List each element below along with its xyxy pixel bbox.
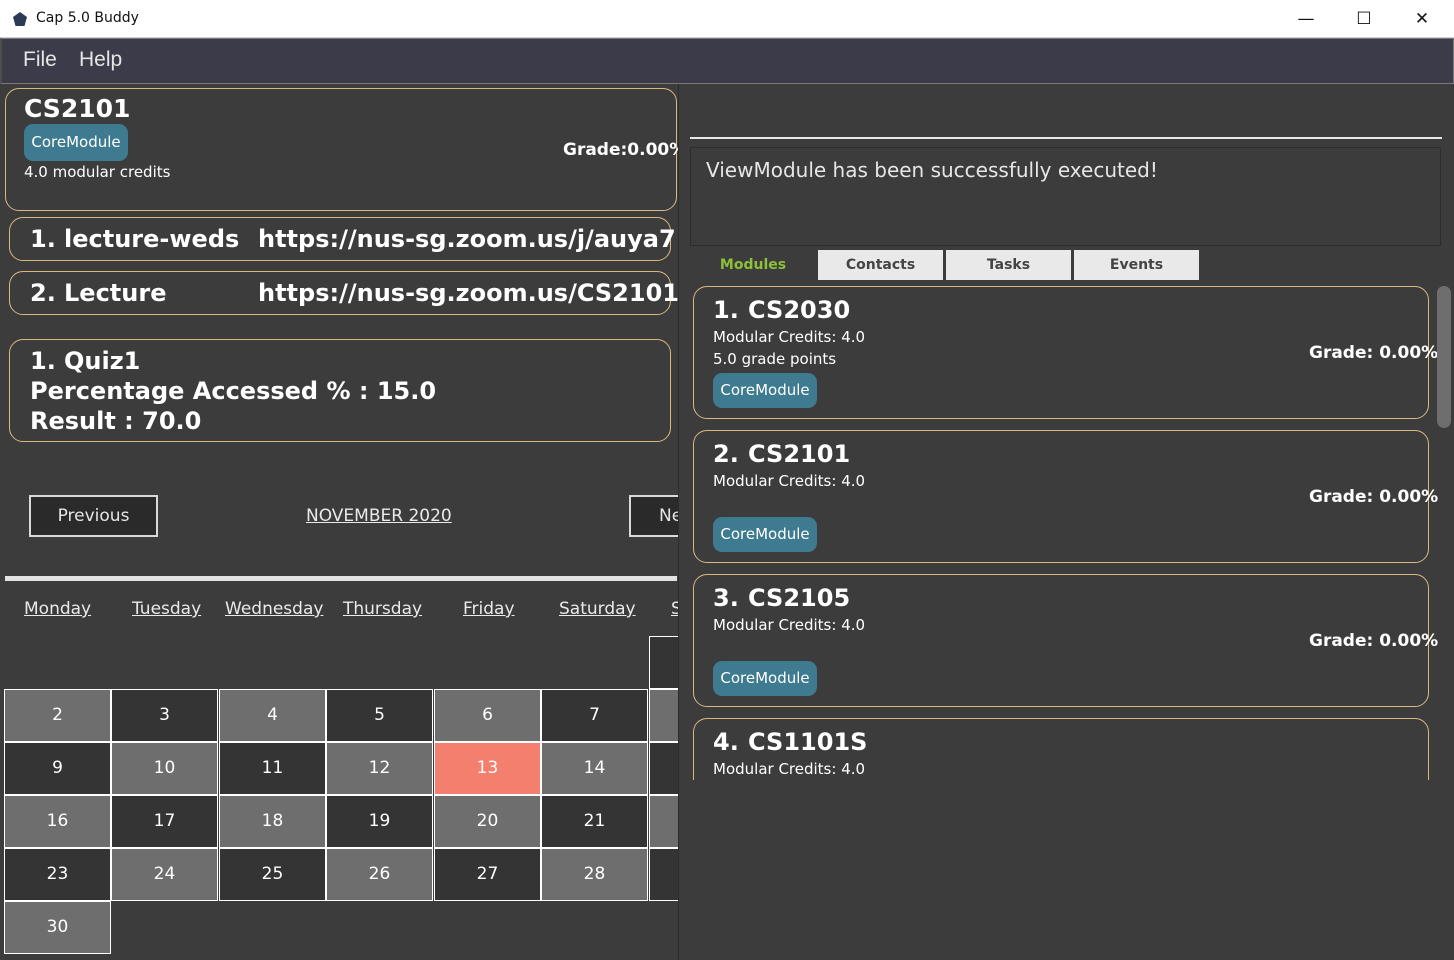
calendar-day-cell[interactable]: 17 [111,795,218,848]
module-credits: Modular Credits: 4.0 [713,472,866,490]
calendar-day-cell[interactable]: 23 [4,848,111,901]
calendar-day-cell[interactable]: 7 [541,689,648,742]
module-list: 1. CS2030 Modular Credits: 4.0 5.0 grade… [690,280,1442,780]
module-credits: Modular Credits: 4.0 [713,328,866,346]
calendar-day-cell[interactable] [649,848,678,901]
module-index: 1. [713,296,739,324]
module-code: CS2030 [748,296,851,324]
calendar-day-cell[interactable]: 30 [4,901,111,954]
module-tag: CoreModule [713,373,817,408]
calendar-day-cell[interactable]: 20 [434,795,541,848]
calendar-divider [5,576,677,581]
assessment-result: Result : 70.0 [30,407,202,435]
day-header-thursday: Thursday [343,599,423,619]
module-credits: Modular Credits: 4.0 [713,616,866,634]
calendar-day-cell[interactable] [649,795,678,848]
module-detail-credits: 4.0 modular credits [24,163,171,181]
calendar-day-cell[interactable]: 2 [4,689,111,742]
module-grade-points: 5.0 grade points [713,350,837,368]
module-list-scrollbar[interactable] [1437,286,1451,428]
assessment-name: Quiz1 [64,347,141,375]
previous-month-button[interactable]: Previous [29,495,158,537]
maximize-button[interactable]: ☐ [1335,0,1393,38]
calendar-day-cell[interactable]: 27 [434,848,541,901]
day-header-friday: Friday [463,599,515,619]
module-grade: Grade: 0.00% [1309,487,1439,507]
tab-modules[interactable]: Modules [690,250,816,280]
calendar-day-cell[interactable]: 16 [4,795,111,848]
module-credits: Modular Credits: 4.0 [713,760,866,778]
calendar-day-cell[interactable]: 11 [219,742,326,795]
window-title: Cap 5.0 Buddy [36,10,139,26]
calendar-month-label: NOVEMBER 2020 [306,506,452,526]
tab-contacts[interactable]: Contacts [818,250,943,280]
module-grade: Grade: 0.00% [1309,343,1439,363]
calendar-day-cell[interactable]: 14 [541,742,648,795]
calendar-day-cell[interactable]: 28 [541,848,648,901]
module-code: CS1101S [748,728,868,756]
calendar-day-cell[interactable]: 9 [4,742,111,795]
module-detail-code: CS2101 [24,94,131,123]
menu-bar [0,38,1454,84]
calendar-day-cell[interactable]: 4 [219,689,326,742]
command-box-underline[interactable] [690,137,1442,139]
day-header-saturday: Saturday [559,599,636,619]
calendar-day-cell[interactable]: 5 [326,689,433,742]
module-grade: Grade: 0.00% [1309,631,1439,651]
day-header-tuesday: Tuesday [132,599,202,619]
module-code: CS2101 [748,440,851,468]
calendar-day-cell[interactable]: 12 [326,742,433,795]
zoom-link-name: lecture-weds [64,225,240,253]
module-detail-grade: Grade:0.00% [563,140,687,160]
zoom-link-index: 2. [30,279,56,307]
app-icon [13,12,27,26]
zoom-link-url[interactable]: https://nus-sg.zoom.us/CS2101 [258,279,679,307]
calendar-today-cell[interactable]: 13 [434,742,541,795]
day-header-monday: Monday [24,599,92,619]
result-message: ViewModule has been successfully execute… [706,158,1158,182]
menu-file[interactable]: File [23,48,57,72]
module-tag: CoreModule [713,661,817,696]
calendar-day-cell[interactable]: 3 [111,689,218,742]
calendar-day-cell[interactable]: 26 [326,848,433,901]
zoom-link-url[interactable]: https://nus-sg.zoom.us/j/auya7... [258,225,703,253]
menu-help[interactable]: Help [79,48,122,72]
module-index: 4. [713,728,739,756]
module-detail-tag: CoreModule [24,124,128,161]
assessment-index: 1. [30,347,56,375]
assessment-percentage: Percentage Accessed % : 15.0 [30,377,437,405]
module-tag: CoreModule [713,517,817,552]
calendar-day-cell[interactable] [649,689,678,742]
minimize-button[interactable]: — [1277,0,1335,38]
calendar-day-cell[interactable]: 19 [326,795,433,848]
close-button[interactable]: ✕ [1393,0,1451,38]
module-index: 3. [713,584,739,612]
calendar-day-cell[interactable]: 10 [111,742,218,795]
zoom-link-index: 1. [30,225,56,253]
tab-tasks[interactable]: Tasks [946,250,1071,280]
calendar-day-cell[interactable]: 21 [541,795,648,848]
window-title-bar [0,0,1454,38]
module-code: CS2105 [748,584,851,612]
calendar-day-cell[interactable] [649,742,678,795]
calendar-day-cell[interactable]: 18 [219,795,326,848]
calendar-day-cell[interactable]: 6 [434,689,541,742]
module-index: 2. [713,440,739,468]
calendar-day-cell[interactable]: 24 [111,848,218,901]
zoom-link-name: Lecture [64,279,167,307]
calendar-day-cell[interactable]: 25 [219,848,326,901]
tab-events[interactable]: Events [1074,250,1199,280]
day-header-wednesday: Wednesday [225,599,324,619]
